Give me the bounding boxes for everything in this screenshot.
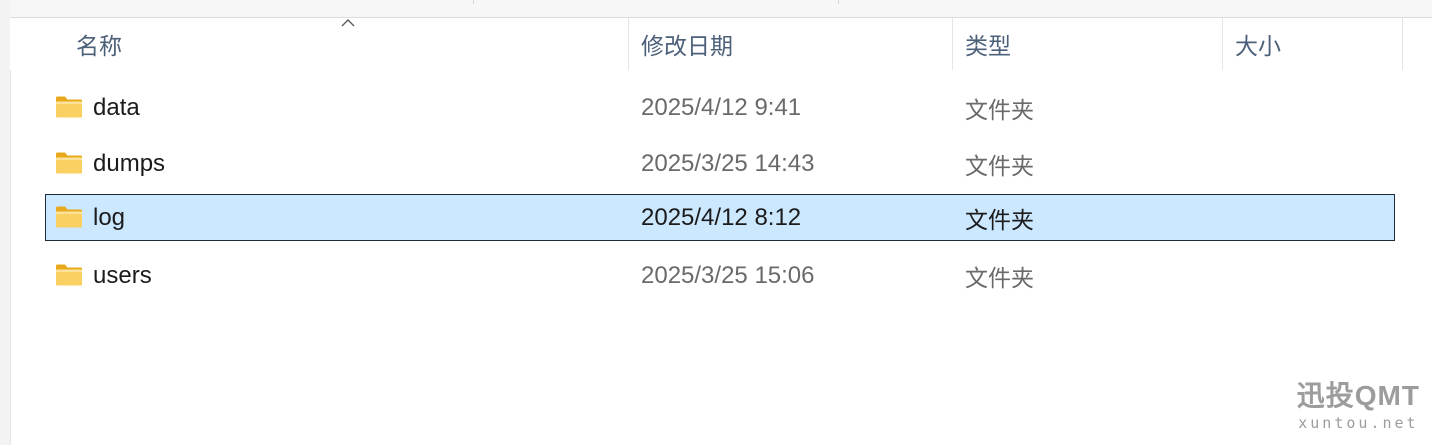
watermark-url: xuntou.net [1298,414,1419,432]
watermark: 迅投QMT xuntou.net [1297,382,1420,431]
file-modified-date: 2025/3/25 15:06 [641,261,815,289]
folder-icon [56,264,82,286]
file-name: data [93,93,140,121]
folder-icon [56,206,82,228]
folder-icon [56,96,82,118]
folder-icon [56,152,82,174]
file-row-log[interactable]: log 2025/4/12 8:12 文件夹 [45,194,1395,241]
file-modified-date: 2025/3/25 14:43 [641,149,815,177]
file-name: users [93,261,152,289]
file-modified-date: 2025/4/12 9:41 [641,93,802,121]
file-name: dumps [93,149,166,177]
file-modified-date: 2025/4/12 8:12 [641,203,802,231]
file-row-dumps[interactable]: dumps 2025/3/25 14:43 文件夹 [45,140,1395,187]
file-name: log [93,203,126,231]
file-row-users[interactable]: users 2025/3/25 15:06 文件夹 [45,252,1395,299]
watermark-title: 迅投QMT [1296,380,1420,411]
file-type: 文件夹 [965,152,1034,179]
file-type: 文件夹 [965,96,1034,123]
file-type: 文件夹 [965,206,1034,233]
file-type: 文件夹 [965,264,1034,291]
file-list: data 2025/4/12 9:41 文件夹 dumps 2025/3/25 … [0,0,1432,445]
file-row-data[interactable]: data 2025/4/12 9:41 文件夹 [45,84,1395,131]
